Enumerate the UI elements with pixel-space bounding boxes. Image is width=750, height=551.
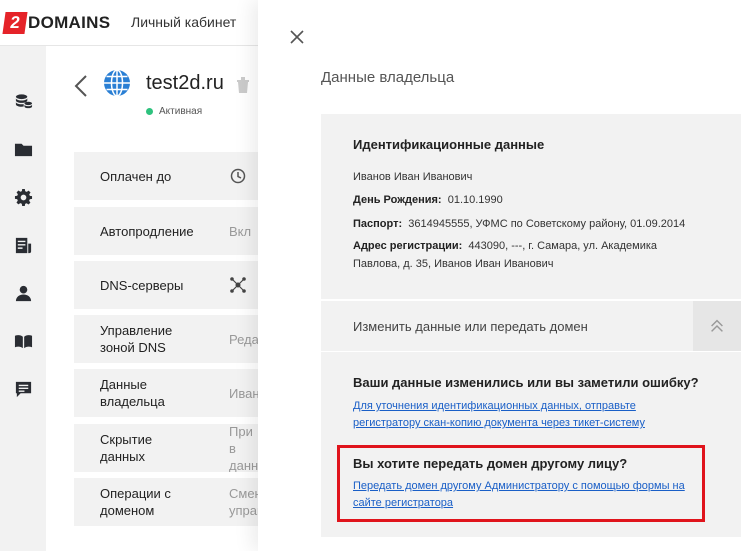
close-icon[interactable]: [288, 28, 306, 46]
row-paid-until[interactable]: Оплачен до: [74, 152, 258, 200]
row-label: Автопродление: [100, 223, 194, 239]
row-label: Оплачен до: [100, 168, 172, 184]
row-autorenew[interactable]: Автопродление Вкл: [74, 207, 258, 255]
change-data-accordion[interactable]: Изменить данные или передать домен: [321, 301, 741, 351]
user-icon[interactable]: [13, 283, 33, 303]
row-label: Операции с доменом: [100, 486, 171, 518]
address-line-2: Павлова, д. 35, Иванов Иван Иванович: [353, 258, 554, 270]
status-label: Активная: [159, 106, 203, 117]
row-value: Смен управ: [229, 486, 259, 518]
status-badge: Активная: [146, 106, 202, 117]
send-scan-link[interactable]: Для уточнения идентификационных данных, …: [353, 398, 693, 432]
birthday-line: День Рождения: 01.10.1990: [353, 191, 503, 209]
passport-label: Паспорт:: [353, 218, 403, 230]
invoice-icon[interactable]: [13, 235, 33, 255]
row-dns-servers[interactable]: DNS-серверы: [74, 261, 258, 309]
question-transfer-domain: Вы хотите передать домен другому лицу?: [353, 456, 628, 471]
left-rail: [0, 46, 46, 551]
address-label: Адрес регистрации:: [353, 240, 463, 252]
address-value-1: 443090, ---, г. Самара, ул. Академика: [468, 240, 658, 252]
identity-heading: Идентификационные данные: [353, 137, 545, 152]
clock-icon: [230, 168, 246, 184]
double-chevron-up-icon: [711, 319, 723, 332]
row-label: DNS-серверы: [100, 277, 184, 293]
logo-badge: 2: [2, 12, 28, 34]
row-dns-zone[interactable]: Управление зоной DNS Реда: [74, 315, 259, 363]
row-value: Реда: [229, 331, 259, 347]
domain-title: test2d.ru: [146, 72, 224, 94]
network-icon: [230, 277, 246, 293]
row-value: Вкл: [229, 223, 252, 239]
panel-title: Данные владельца: [321, 69, 455, 86]
row-label: Управление зоной DNS: [100, 323, 173, 355]
row-privacy[interactable]: Скрытие данных При в данн: [74, 424, 258, 472]
row-label: Скрытие данных: [100, 432, 153, 464]
row-value: Иван: [229, 385, 259, 401]
address-line: Адрес регистрации: 443090, ---, г. Самар…: [353, 237, 657, 255]
domain-page: test2d.ru Активная Оплачен до Автопродле…: [46, 46, 259, 551]
top-header: 2 DOMAINS Личный кабинет: [0, 0, 258, 46]
birthday-value: 01.10.1990: [447, 194, 503, 206]
logo[interactable]: 2 DOMAINS: [2, 12, 111, 34]
owner-name: Иванов Иван Иванович: [353, 171, 473, 183]
passport-line: Паспорт: 3614945555, УФМС по Советскому …: [353, 215, 685, 233]
collapse-button[interactable]: [693, 301, 741, 351]
row-owner-data[interactable]: Данные владельца Иван: [74, 369, 259, 417]
help-card: Ваши данные изменились или вы заметили о…: [321, 352, 741, 537]
transfer-domain-link[interactable]: Передать домен другому Администратору с …: [353, 478, 698, 512]
status-dot: [146, 108, 153, 115]
cabinet-link[interactable]: Личный кабинет: [131, 14, 236, 30]
trash-icon[interactable]: [236, 76, 250, 94]
identity-card: Идентификационные данные Иванов Иван Ива…: [321, 114, 741, 299]
chat-icon[interactable]: [13, 379, 33, 399]
row-operations[interactable]: Операции с доменом Смен управ: [74, 478, 259, 526]
back-arrow-icon[interactable]: [72, 74, 90, 98]
row-value: При в данн: [229, 424, 259, 472]
question-data-changed: Ваши данные изменились или вы заметили о…: [353, 375, 699, 390]
gear-icon[interactable]: [13, 187, 33, 207]
passport-value: 3614945555, УФМС по Советскому району, 0…: [408, 218, 686, 230]
birthday-label: День Рождения:: [353, 194, 442, 206]
accordion-label: Изменить данные или передать домен: [353, 318, 588, 334]
logo-text: DOMAINS: [28, 13, 111, 32]
book-icon[interactable]: [13, 331, 33, 351]
coins-icon[interactable]: [13, 91, 33, 111]
owner-data-panel: Данные владельца Идентификационные данны…: [258, 0, 750, 551]
globe-icon: [104, 69, 130, 97]
row-label: Данные владельца: [100, 377, 165, 409]
folder-icon[interactable]: [13, 139, 33, 159]
